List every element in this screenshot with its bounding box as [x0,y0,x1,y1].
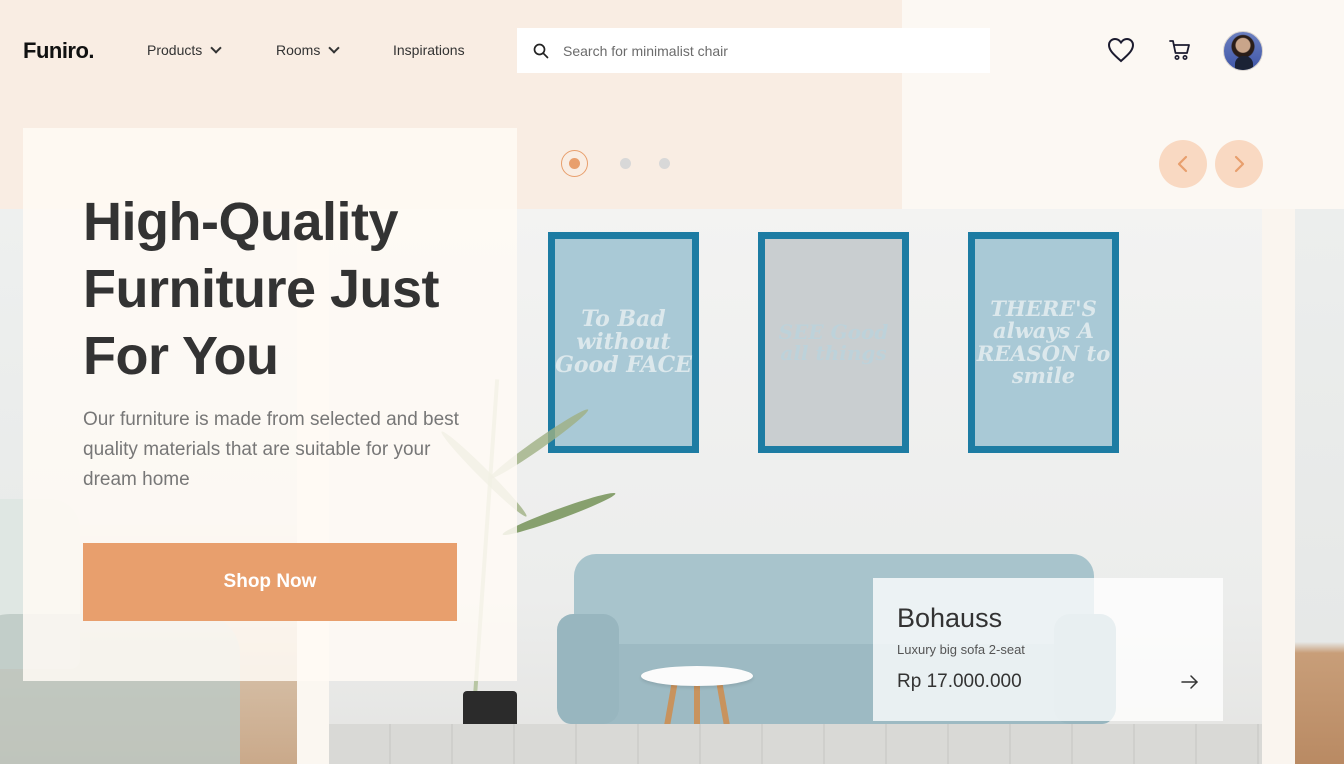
slider-dot-1[interactable] [561,150,588,177]
favorites-button[interactable] [1107,36,1135,64]
search-bar[interactable] [517,28,990,73]
slider-prev-button[interactable] [1159,140,1207,188]
hero-description: Our furniture is made from selected and … [83,409,459,490]
chevron-down-icon [328,41,341,54]
chevron-down-icon [210,41,222,54]
frame-3-art: THERE'S always A REASON to smile [976,296,1111,388]
product-card[interactable]: Bohauss Luxury big sofa 2-seat Rp 17.000… [873,578,1223,721]
cart-icon [1169,40,1190,60]
plant-leaf [500,488,618,540]
wall-frame-3: THERE'S always A REASON to smile [968,232,1119,453]
wall-frame-2: SEE Good all things [758,232,909,453]
frame-1-art: To Bad without Good FACE [555,305,692,379]
hero-title: High-Quality Furniture Just For You [83,192,440,386]
nav-products-label: Products [147,42,203,58]
slide-gap-right [1262,209,1295,764]
search-input[interactable] [563,42,943,59]
slider-dot-3[interactable] [659,158,670,169]
slider-dot-2[interactable] [620,158,631,169]
frame-2-art: SEE Good all things [778,319,889,365]
brand-logo[interactable]: Funiro. [23,38,95,64]
nav-rooms-label: Rooms [276,42,321,58]
slider-next-button[interactable] [1215,140,1263,188]
sofa-arm-left [557,614,619,724]
nav-inspirations-label: Inspirations [393,42,465,58]
search-icon[interactable] [533,43,549,59]
side-table [641,666,753,686]
nav-rooms[interactable]: Rooms [276,41,341,58]
user-avatar[interactable] [1223,31,1263,71]
chevron-right-icon [1234,155,1245,173]
nav-products[interactable]: Products [147,41,222,58]
next-slide-image [1295,209,1344,764]
slider-dot-active-indicator [569,158,580,169]
product-name: Bohauss [897,603,1003,633]
heart-icon [1107,37,1135,63]
cart-button[interactable] [1166,36,1194,64]
chevron-left-icon [1177,155,1188,173]
nav-inspirations[interactable]: Inspirations [393,42,465,58]
product-subtitle: Luxury big sofa 2-seat [897,642,1025,657]
arrow-right-icon[interactable] [1179,672,1201,692]
floor [329,724,1262,764]
shop-now-button[interactable]: Shop Now [83,543,457,621]
product-price: Rp 17.000.000 [897,671,1022,692]
